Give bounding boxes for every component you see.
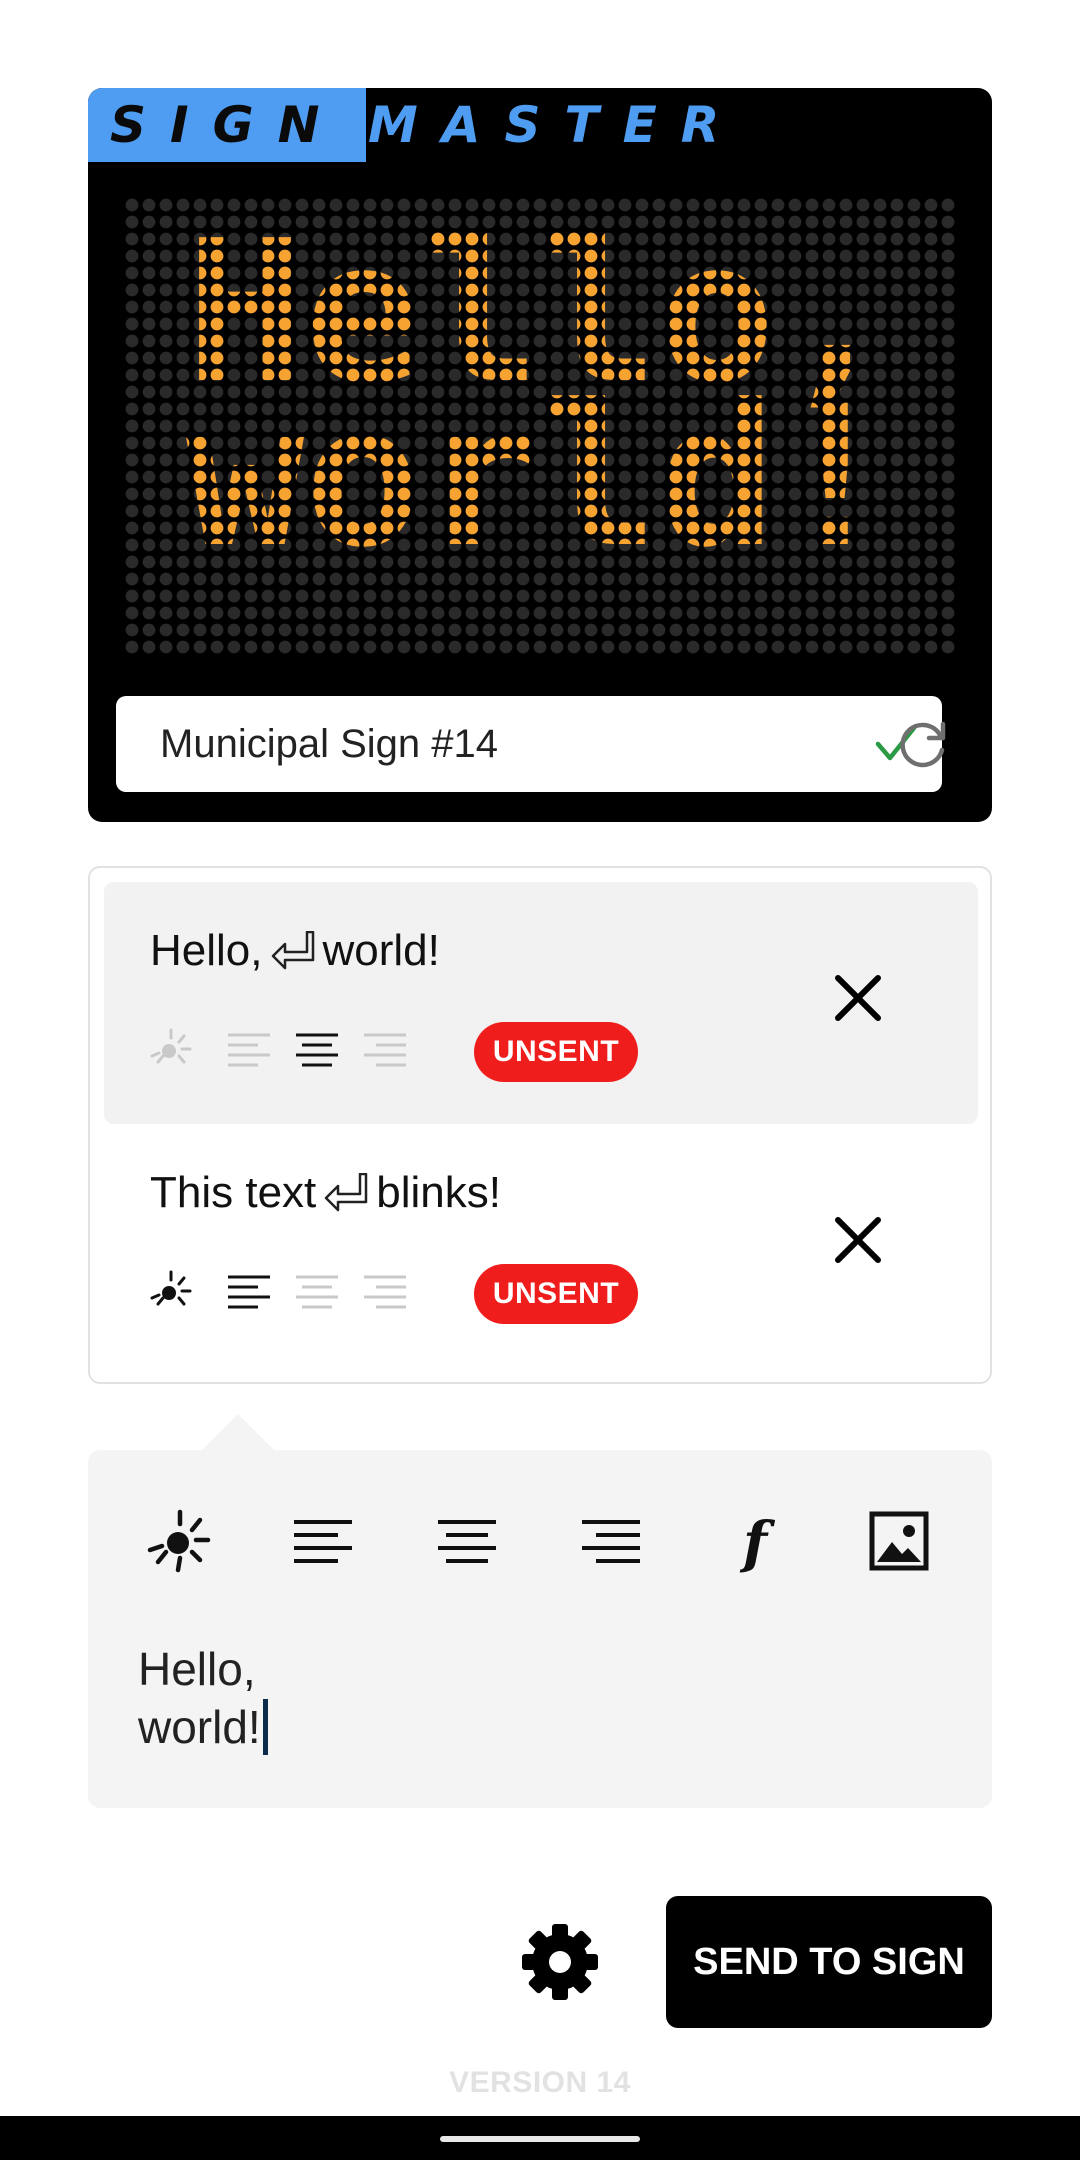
- logo-text-sign: SIGN: [110, 96, 344, 154]
- blink-icon[interactable]: [144, 1506, 214, 1576]
- close-icon[interactable]: [830, 970, 886, 1026]
- led-dots-lit: [125, 198, 955, 654]
- close-icon[interactable]: [830, 1212, 886, 1268]
- home-gesture-handle[interactable]: [440, 2136, 640, 2142]
- message-text-line2: world!: [322, 926, 440, 975]
- message-text-line1: Hello,: [150, 926, 263, 975]
- sign-selector[interactable]: Municipal Sign #14: [116, 696, 942, 792]
- message-item[interactable]: Hello, world! UNSENT: [104, 882, 978, 1124]
- align-left-icon[interactable]: [226, 1268, 272, 1314]
- sign-preview-panel: SIGN MASTER Hello,world! Municipal Sign …: [88, 88, 992, 822]
- text-cursor: [262, 1699, 268, 1755]
- message-text: This text blinks!: [150, 1168, 501, 1218]
- blink-icon[interactable]: [148, 1268, 194, 1314]
- logo-text-master: MASTER: [368, 96, 744, 154]
- message-list: Hello, world! UNSENT This text blinks! U…: [88, 866, 992, 1384]
- message-item[interactable]: This text blinks! UNSENT: [104, 1124, 978, 1366]
- return-arrow-icon: [271, 931, 314, 970]
- return-arrow-icon: [325, 1173, 368, 1212]
- align-right-icon[interactable]: [576, 1506, 646, 1576]
- status-badge: UNSENT: [474, 1022, 638, 1082]
- message-editor: f Hello, world!: [88, 1450, 992, 1808]
- align-center-icon[interactable]: [432, 1506, 502, 1576]
- status-badge: UNSENT: [474, 1264, 638, 1324]
- align-center-icon[interactable]: [294, 1026, 340, 1072]
- align-right-icon[interactable]: [362, 1268, 408, 1314]
- message-text-line2: blinks!: [376, 1168, 501, 1217]
- app-logo: SIGN MASTER: [88, 88, 888, 162]
- align-left-icon[interactable]: [288, 1506, 358, 1576]
- message-text-input[interactable]: Hello, world!: [138, 1640, 268, 1756]
- align-left-icon[interactable]: [226, 1026, 272, 1072]
- message-text-input-value: Hello, world!: [138, 1643, 261, 1753]
- image-icon[interactable]: [864, 1506, 934, 1576]
- editor-pointer: [200, 1414, 276, 1452]
- message-text: Hello, world!: [150, 926, 440, 976]
- message-text-line1: This text: [150, 1168, 317, 1217]
- svg-text:f: f: [739, 1510, 776, 1576]
- gear-icon[interactable]: [520, 1922, 600, 2002]
- led-matrix-display: Hello,world!: [125, 198, 955, 654]
- blink-icon[interactable]: [148, 1026, 194, 1072]
- align-center-icon[interactable]: [294, 1268, 340, 1314]
- send-to-sign-button[interactable]: SEND TO SIGN: [666, 1896, 992, 2028]
- sign-name: Municipal Sign #14: [160, 722, 498, 766]
- font-icon[interactable]: f: [720, 1506, 790, 1576]
- align-right-icon[interactable]: [362, 1026, 408, 1072]
- refresh-icon[interactable]: [894, 718, 950, 774]
- version-label: VERSION 14: [449, 2066, 631, 2099]
